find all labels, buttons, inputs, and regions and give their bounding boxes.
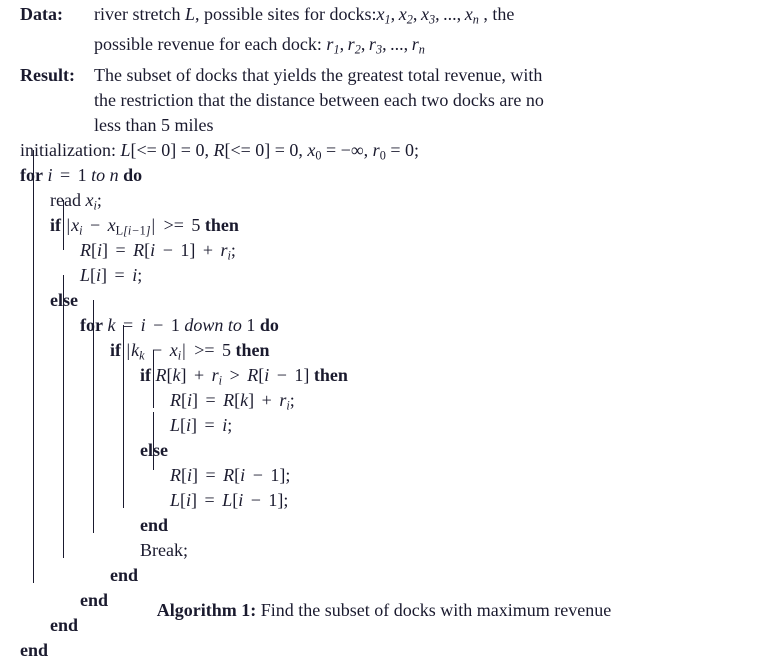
result-line-1: The subset of docks that yields the grea… bbox=[94, 64, 543, 85]
line-read-x: read xi; bbox=[50, 189, 102, 213]
caption-number: Algorithm 1: bbox=[156, 600, 257, 620]
algorithm-caption: Algorithm 1: Find the subset of docks wi… bbox=[0, 598, 768, 623]
line-end-if-k-distance: end bbox=[110, 564, 139, 585]
line-if-distance: if |xi − xL[i−1]| >= 5 then bbox=[50, 214, 239, 238]
line-r-assign-1: R[i] = R[i − 1] + ri; bbox=[80, 239, 236, 263]
result-line-2: the restriction that the distance betwee… bbox=[94, 89, 544, 110]
algorithm-block: Data: river stretch L, possible sites fo… bbox=[0, 0, 768, 660]
line-else-inner: else bbox=[140, 439, 168, 460]
algorithm-body: initialization: L[<= 0] = 0, R[<= 0] = 0… bbox=[0, 138, 768, 663]
line-l-assign-1: L[i] = i; bbox=[80, 264, 143, 285]
result-body: The subset of docks that yields the grea… bbox=[94, 63, 768, 138]
result-line-3: less than 5 miles bbox=[94, 114, 214, 135]
data-label: Data: bbox=[20, 4, 63, 24]
line-end-for-i: end bbox=[20, 639, 49, 660]
result-row: Result: The subset of docks that yields … bbox=[20, 63, 768, 138]
algorithm-header: Data: river stretch L, possible sites fo… bbox=[0, 0, 768, 138]
data-line-2: possible revenue for each dock: r1, r2, … bbox=[94, 34, 425, 57]
data-line-1: river stretch L, possible sites for dock… bbox=[94, 4, 515, 27]
line-initialization: initialization: L[<= 0] = 0, R[<= 0] = 0… bbox=[20, 139, 419, 163]
line-l-assign-3: L[i] = L[i − 1]; bbox=[170, 489, 289, 510]
line-end-if-better: end bbox=[140, 514, 169, 535]
line-if-better: if R[k] + ri > R[i − 1] then bbox=[140, 364, 348, 388]
line-for-k: for k = i − 1 down to 1 do bbox=[80, 314, 279, 335]
line-else-outer: else bbox=[50, 289, 78, 310]
line-l-assign-2: L[i] = i; bbox=[170, 414, 233, 435]
line-if-k-distance: if |kk − xi| >= 5 then bbox=[110, 339, 270, 363]
line-r-assign-3: R[i] = R[i − 1]; bbox=[170, 464, 291, 485]
line-break: Break; bbox=[140, 539, 188, 560]
line-for-i: for i = 1 to n do bbox=[20, 164, 143, 185]
caption-text: Find the subset of docks with maximum re… bbox=[260, 600, 612, 620]
line-r-assign-2: R[i] = R[k] + ri; bbox=[170, 389, 295, 413]
result-label: Result: bbox=[20, 64, 75, 85]
data-row: Data: river stretch L, possible sites fo… bbox=[20, 2, 768, 63]
data-body: river stretch L, possible sites for dock… bbox=[94, 2, 768, 63]
